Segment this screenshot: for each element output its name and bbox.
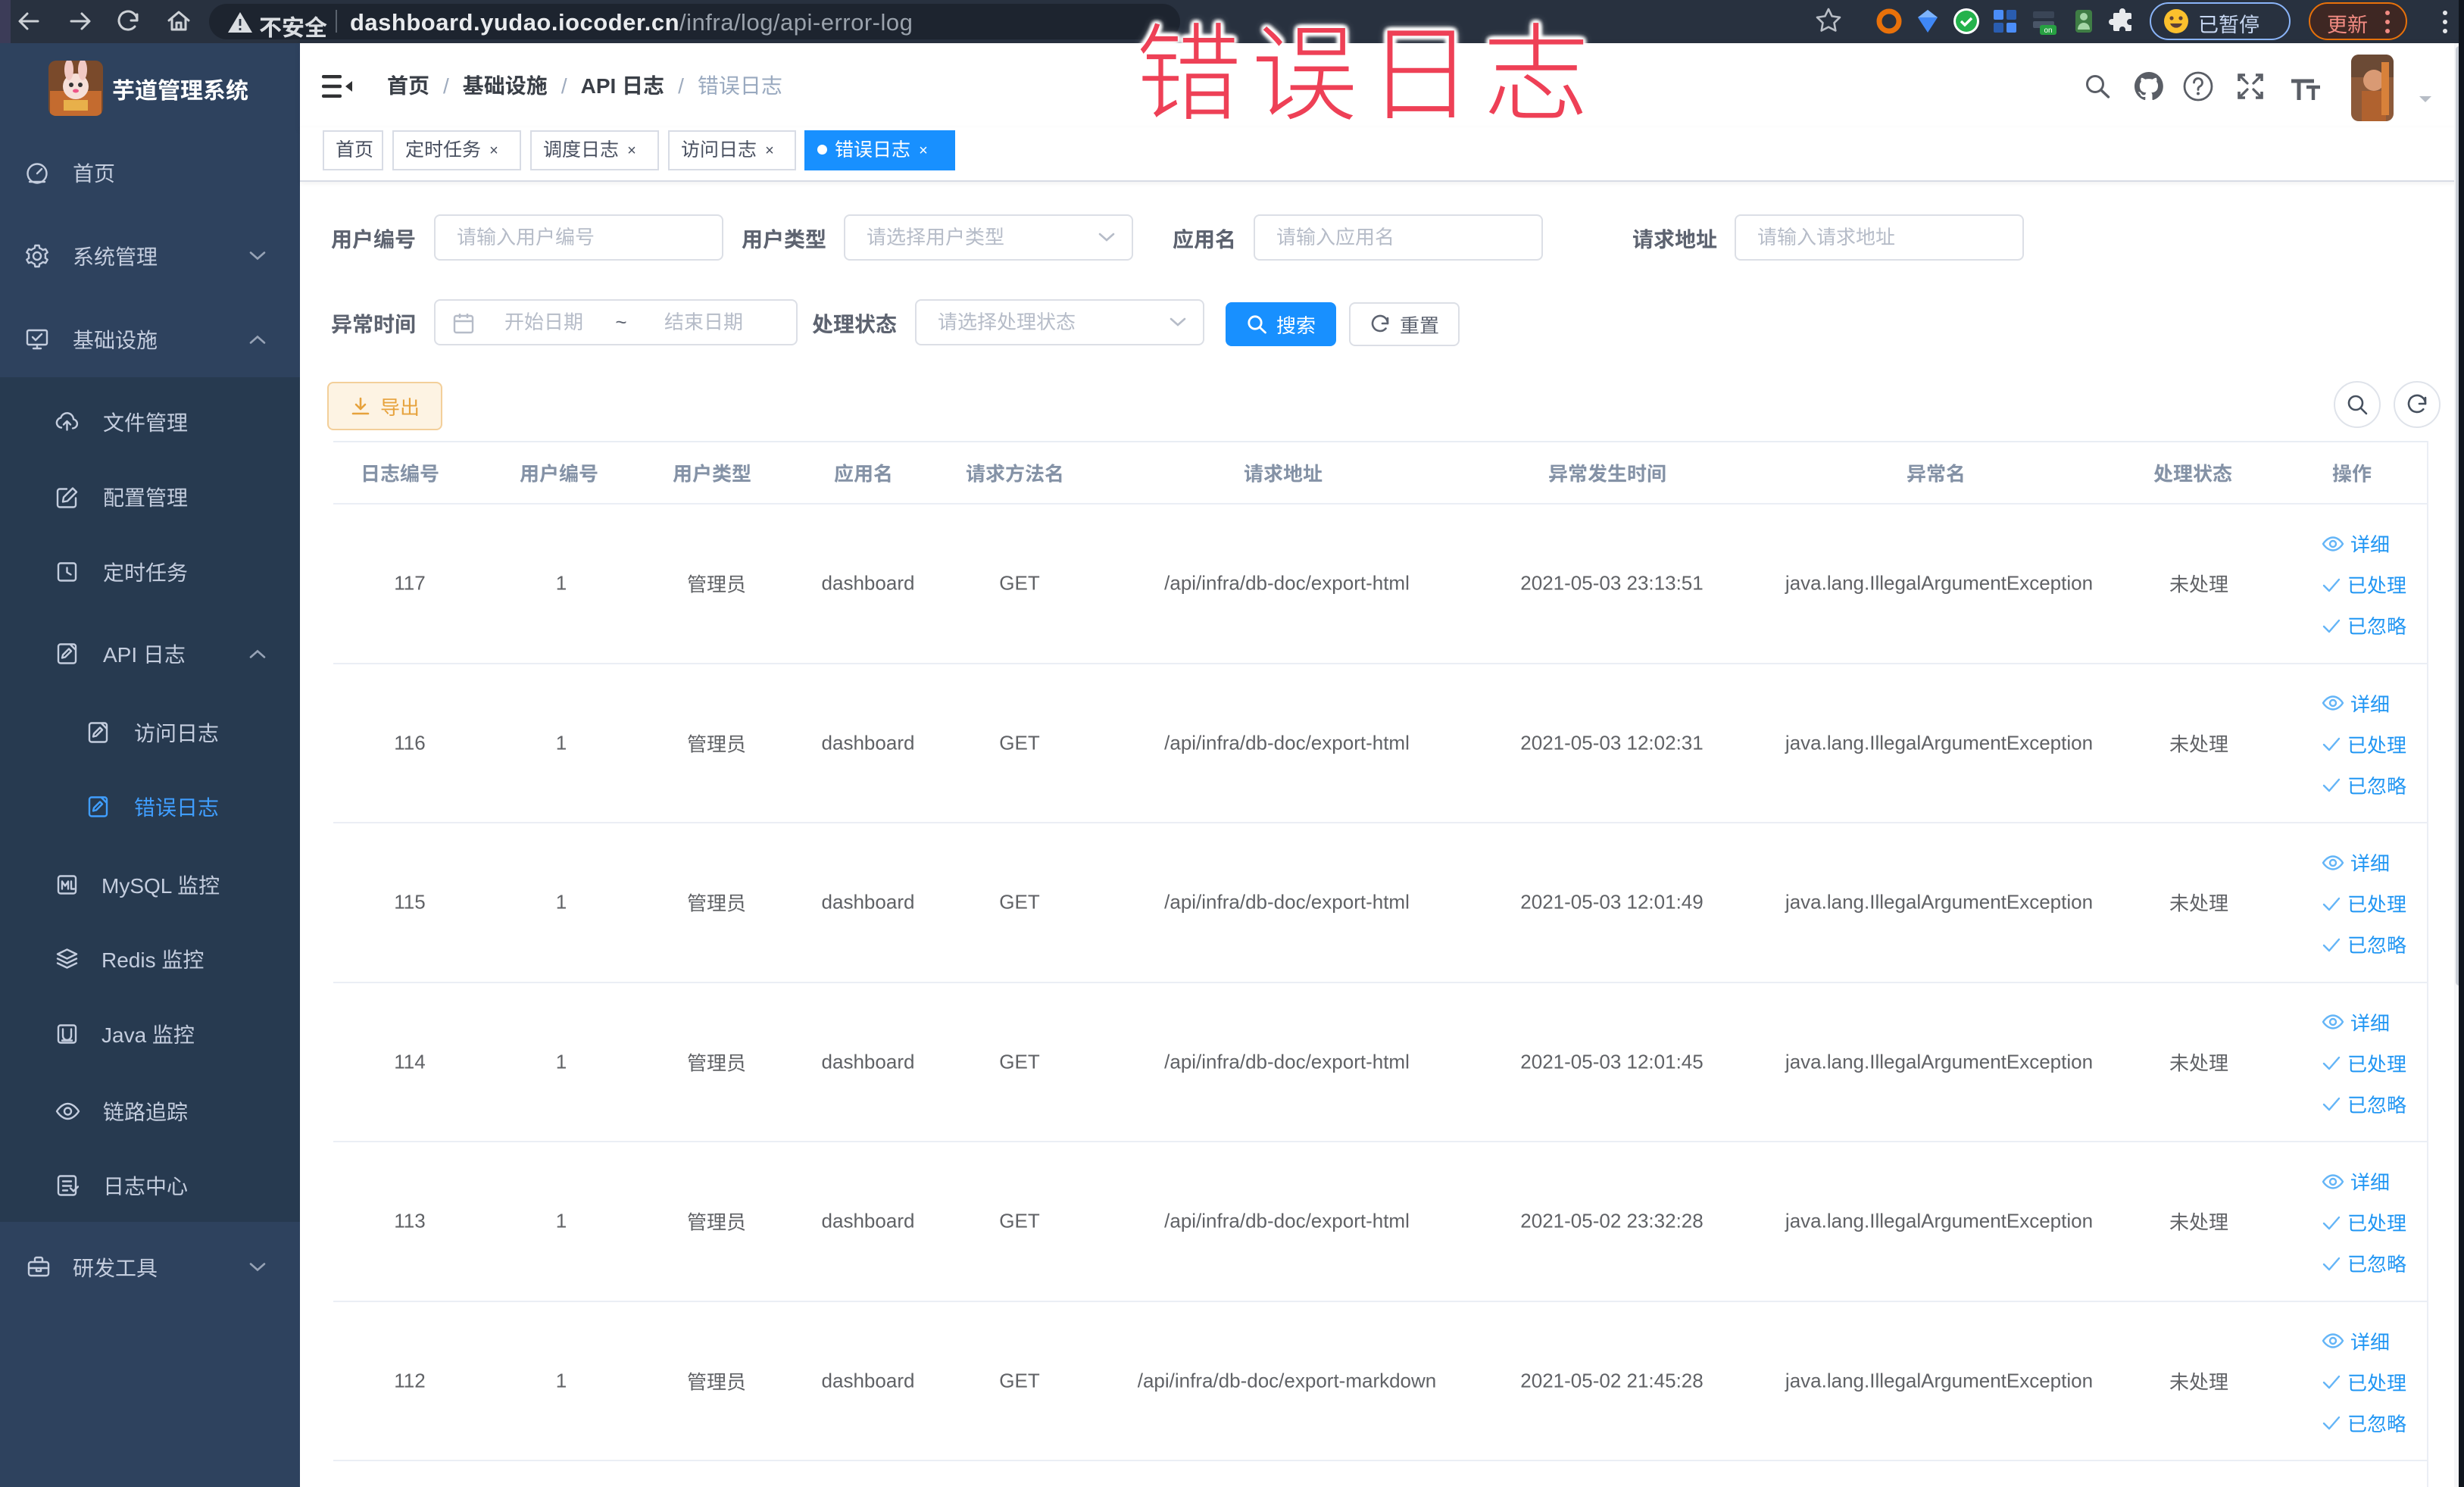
svg-text:on: on — [2044, 27, 2052, 35]
